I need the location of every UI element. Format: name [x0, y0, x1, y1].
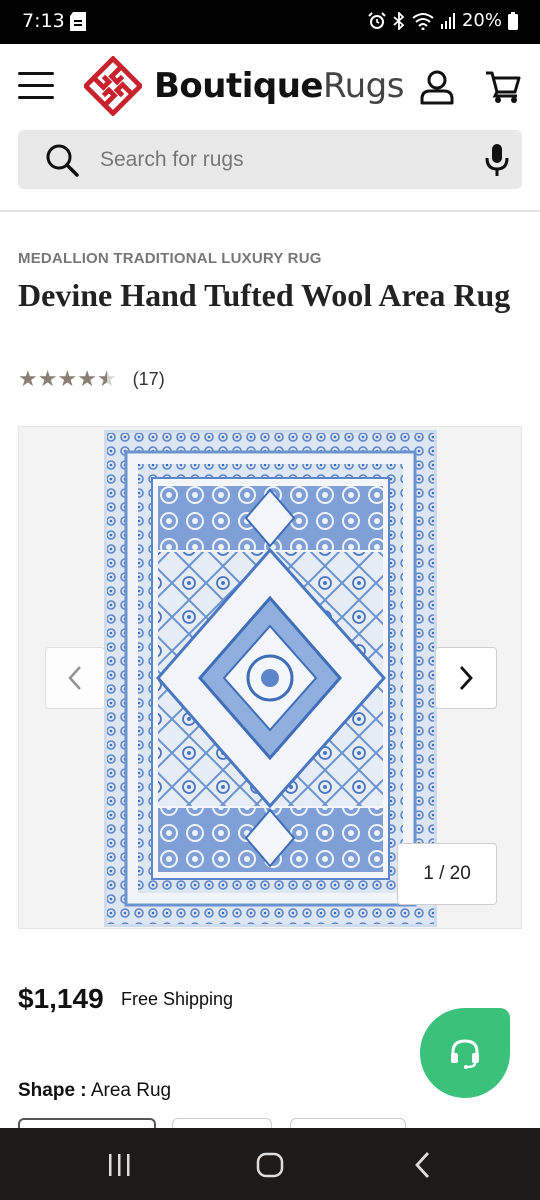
star-rating: ★ ★ ★ ★ ★: [18, 368, 117, 390]
previous-image-button[interactable]: [45, 647, 105, 709]
product-rating[interactable]: ★ ★ ★ ★ ★ (17): [18, 368, 165, 390]
system-nav-bar: [0, 1128, 540, 1200]
image-counter: 1 / 20: [397, 843, 497, 905]
home-icon[interactable]: [256, 1151, 284, 1179]
headset-icon: [451, 1039, 479, 1069]
product-image-gallery: 1 / 20: [18, 426, 522, 929]
search-icon[interactable]: [44, 142, 80, 178]
status-icons: 20%: [368, 10, 518, 31]
next-image-button[interactable]: [435, 647, 497, 709]
star-icon: ★: [37, 366, 58, 391]
rug-image[interactable]: [104, 430, 437, 927]
review-count[interactable]: (17): [133, 369, 165, 390]
shape-label: Shape :: [18, 1080, 87, 1101]
half-star-icon: ★: [96, 366, 117, 391]
signal-icon: [440, 12, 455, 29]
product-title: Devine Hand Tufted Wool Area Rug: [18, 277, 511, 313]
status-time: 7:13: [22, 10, 65, 32]
cart-icon[interactable]: [484, 68, 522, 106]
search-bar: [18, 130, 522, 189]
header-divider: [0, 210, 540, 212]
microphone-icon[interactable]: [482, 143, 512, 177]
logo-text: BoutiqueRugs: [154, 66, 404, 106]
product-price: $1,149: [18, 983, 104, 1014]
status-bar: 7:13 20%: [0, 0, 540, 44]
back-icon[interactable]: [410, 1150, 436, 1180]
star-icon: ★: [77, 366, 97, 391]
shape-selector-label: Shape : Area Rug: [18, 1080, 171, 1102]
battery-icon: [508, 11, 518, 30]
alarm-icon: [368, 11, 386, 29]
shipping-info: Free Shipping: [121, 989, 234, 1009]
wifi-icon: [412, 12, 434, 30]
account-icon[interactable]: [418, 68, 456, 106]
product-category[interactable]: MEDALLION TRADITIONAL LUXURY RUG: [18, 250, 322, 267]
shape-value: Area Rug: [90, 1080, 172, 1101]
support-chat-button[interactable]: [420, 1008, 510, 1098]
menu-icon[interactable]: [18, 72, 54, 102]
recents-icon[interactable]: [106, 1152, 132, 1178]
chevron-left-icon: [68, 666, 81, 690]
star-icon: ★: [57, 366, 78, 391]
search-input[interactable]: [100, 140, 440, 180]
battery-percent: 20%: [461, 10, 502, 31]
bluetooth-icon: [393, 11, 405, 30]
logo[interactable]: BoutiqueRugs: [84, 56, 404, 116]
sd-card-icon: [70, 12, 86, 31]
chevron-right-icon: [459, 666, 473, 690]
star-icon: ★: [18, 366, 38, 391]
logo-mark-icon: [84, 56, 142, 116]
site-header: BoutiqueRugs: [0, 44, 540, 130]
